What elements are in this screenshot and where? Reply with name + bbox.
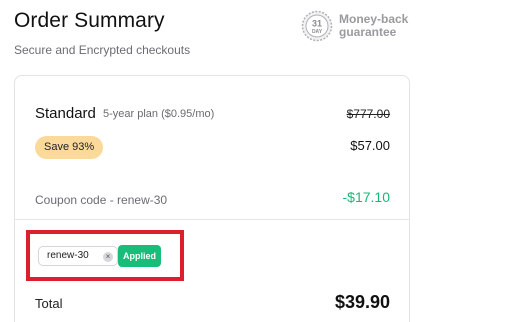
money-back-seal-icon: 31 DAY (301, 10, 333, 42)
guarantee-text: Money-back guarantee (339, 13, 419, 39)
total-label: Total (35, 296, 63, 311)
applied-button[interactable]: Applied (118, 245, 161, 267)
seal-number: 31 (312, 19, 322, 29)
coupon-input[interactable]: renew-30 × (38, 246, 118, 266)
money-back-guarantee: 31 DAY Money-back guarantee (301, 10, 419, 42)
page-subtitle: Secure and Encrypted checkouts (14, 43, 191, 57)
divider (15, 219, 409, 220)
total-value: $39.90 (334, 292, 390, 312)
plan-subtitle: 5-year plan ($0.95/mo) (103, 108, 215, 120)
original-price: $777.00 (346, 107, 390, 121)
page-title: Order Summary (14, 9, 165, 32)
coupon-discount: -$17.10 (342, 189, 390, 205)
coupon-highlight-box: renew-30 × Applied (26, 230, 184, 281)
coupon-input-value: renew-30 (47, 250, 89, 261)
order-summary-card: Standard 5-year plan ($0.95/mo) $777.00 … (14, 75, 410, 322)
coupon-label: Coupon code - renew-30 (35, 193, 168, 207)
save-badge: Save 93% (35, 136, 104, 159)
seal-word: DAY (312, 29, 323, 35)
plan-name: Standard (35, 105, 96, 122)
close-icon[interactable]: × (103, 252, 113, 262)
guarantee-line-2: guarantee (339, 25, 397, 39)
plan-price: $57.00 (350, 138, 390, 153)
